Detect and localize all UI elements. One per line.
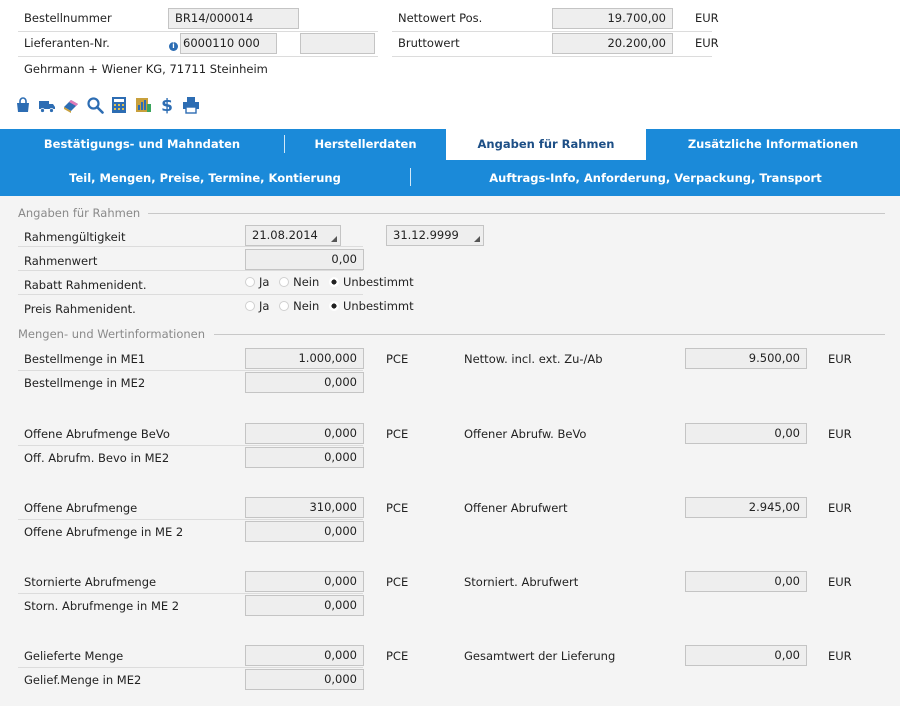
- amount-label: Nettow. incl. ext. Zu-/Ab: [464, 352, 603, 366]
- currency-label: EUR: [828, 352, 852, 366]
- qty-field: 0,000: [245, 645, 364, 666]
- qty2-field: 0,000: [245, 669, 364, 690]
- order-number-label: Bestellnummer: [24, 11, 112, 25]
- validity-to-field[interactable]: 31.12.9999: [386, 225, 484, 246]
- unit-label: PCE: [386, 575, 409, 589]
- amount-label: Gesamtwert der Lieferung: [464, 649, 616, 663]
- amount-label: Offener Abrufw. BeVo: [464, 427, 587, 441]
- frame-value-label: Rahmenwert: [24, 254, 98, 268]
- unit-label: PCE: [386, 501, 409, 515]
- currency-label: EUR: [828, 649, 852, 663]
- primary-tab-bar: Bestätigungs- und Mahndaten Herstellerda…: [0, 129, 900, 160]
- gross-currency: EUR: [695, 36, 719, 50]
- amount-label: Storniert. Abrufwert: [464, 575, 579, 589]
- discount-radio-nein[interactable]: Nein: [279, 274, 319, 290]
- price-radio-nein[interactable]: Nein: [279, 298, 319, 314]
- supplier-number-label: Lieferanten-Nr.: [24, 36, 110, 50]
- qty-label: Gelieferte Menge: [24, 649, 124, 663]
- supplier-number-extra-field[interactable]: [300, 33, 375, 54]
- unit-label: PCE: [386, 352, 409, 366]
- tab-teil-mengen-preise[interactable]: Teil, Mengen, Preise, Termine, Kontierun…: [0, 163, 410, 193]
- currency-label: EUR: [828, 575, 852, 589]
- discount-radio-ja[interactable]: Ja: [245, 274, 269, 290]
- validity-from-field[interactable]: 21.08.2014: [245, 225, 341, 246]
- price-radio-unbestimmt[interactable]: Unbestimmt: [328, 298, 414, 314]
- amount-field: 2.945,00: [685, 497, 807, 518]
- qty-field: 1.000,000: [245, 348, 364, 369]
- frame-value-field: 0,00: [245, 249, 364, 270]
- truck-icon[interactable]: [38, 96, 56, 114]
- unit-label: PCE: [386, 427, 409, 441]
- secondary-tab-bar: Teil, Mengen, Preise, Termine, Kontierun…: [0, 160, 900, 196]
- currency-label: EUR: [828, 501, 852, 515]
- dollar-icon[interactable]: $: [158, 96, 176, 114]
- qty-label: Offene Abrufmenge BeVo: [24, 427, 170, 441]
- price-radio-group: Ja Nein Unbestimmt: [245, 298, 420, 315]
- discount-radio-unbestimmt[interactable]: Unbestimmt: [328, 274, 414, 290]
- qty2-label: Off. Abrufm. Bevo in ME2: [24, 451, 170, 465]
- qty-label: Stornierte Abrufmenge: [24, 575, 157, 589]
- shopping-bag-icon[interactable]: [14, 96, 32, 114]
- eraser-icon[interactable]: [62, 96, 80, 114]
- price-frame-label: Preis Rahmenident.: [24, 302, 136, 316]
- printer-icon[interactable]: [182, 96, 200, 114]
- qty2-field: 0,000: [245, 521, 364, 542]
- qty-field: 0,000: [245, 423, 364, 444]
- discount-radio-group: Ja Nein Unbestimmt: [245, 274, 420, 291]
- supplier-number-field[interactable]: 6000110 000: [180, 33, 277, 54]
- amount-field: 0,00: [685, 645, 807, 666]
- net-value-label: Nettowert Pos.: [398, 11, 483, 25]
- calculator-icon[interactable]: [110, 96, 128, 114]
- tab-auftrags-info[interactable]: Auftrags-Info, Anforderung, Verpackung, …: [411, 163, 900, 193]
- svg-text:$: $: [161, 96, 173, 114]
- qty-label: Offene Abrufmenge: [24, 501, 138, 515]
- report-icon[interactable]: [134, 96, 152, 114]
- qty2-field: 0,000: [245, 372, 364, 393]
- qty2-field: 0,000: [245, 595, 364, 616]
- net-value-field: 19.700,00: [552, 8, 673, 29]
- qty-label: Bestellmenge in ME1: [24, 352, 146, 366]
- order-number-field[interactable]: BR14/000014: [168, 8, 299, 29]
- supplier-name: Gehrmann + Wiener KG, 71711 Steinheim: [24, 62, 268, 76]
- validity-label: Rahmengültigkeit: [24, 230, 126, 244]
- amount-field: 9.500,00: [685, 348, 807, 369]
- discount-frame-label: Rabatt Rahmenident.: [24, 278, 147, 292]
- tab-bestaetigungs-und-mahndaten[interactable]: Bestätigungs- und Mahndaten: [0, 129, 284, 159]
- qty-field: 310,000: [245, 497, 364, 518]
- amount-label: Offener Abrufwert: [464, 501, 568, 515]
- price-radio-ja[interactable]: Ja: [245, 298, 269, 314]
- amount-field: 0,00: [685, 571, 807, 592]
- gross-value-label: Bruttowert: [398, 36, 460, 50]
- net-currency: EUR: [695, 11, 719, 25]
- qty2-field: 0,000: [245, 447, 364, 468]
- qty-field: 0,000: [245, 571, 364, 592]
- tab-herstellerdaten[interactable]: Herstellerdaten: [285, 129, 446, 159]
- search-icon[interactable]: [86, 96, 104, 114]
- section-title-quantities: Mengen- und Wertinformationen: [18, 327, 206, 341]
- qty2-label: Offene Abrufmenge in ME 2: [24, 525, 184, 539]
- qty2-label: Storn. Abrufmenge in ME 2: [24, 599, 180, 613]
- currency-label: EUR: [828, 427, 852, 441]
- tab-angaben-fuer-rahmen[interactable]: Angaben für Rahmen: [446, 129, 646, 160]
- amount-field: 0,00: [685, 423, 807, 444]
- gross-value-field: 20.200,00: [552, 33, 673, 54]
- section-title-frame: Angaben für Rahmen: [18, 206, 141, 220]
- tab-zusaetzliche-informationen[interactable]: Zusätzliche Informationen: [646, 129, 900, 159]
- qty2-label: Bestellmenge in ME2: [24, 376, 146, 390]
- qty2-label: Gelief.Menge in ME2: [24, 673, 142, 687]
- unit-label: PCE: [386, 649, 409, 663]
